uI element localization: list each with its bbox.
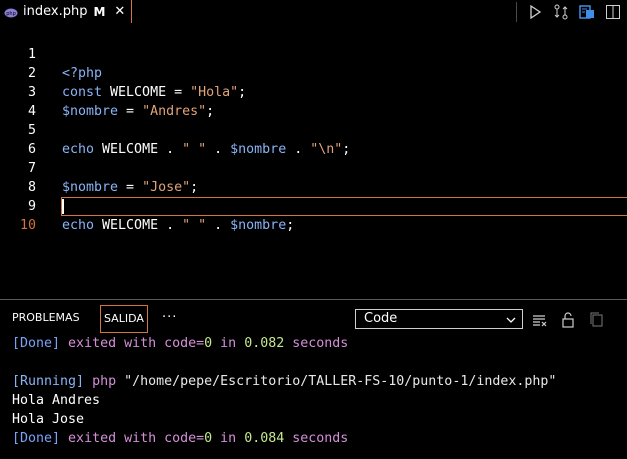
code-line: 4 bbox=[0, 83, 627, 119]
php-file-icon: php bbox=[4, 7, 18, 17]
run-icon[interactable] bbox=[527, 4, 543, 20]
code-editor[interactable]: 1 <?php 2 const WELCOME = "Hola"; 3 $nom… bbox=[0, 24, 627, 299]
close-icon[interactable]: ✕ bbox=[114, 4, 125, 19]
editor-tab-bar: php index.php M ✕ bbox=[0, 0, 627, 23]
text-caret bbox=[62, 199, 64, 214]
code-line: 8 bbox=[0, 159, 627, 195]
editor-actions bbox=[516, 0, 627, 23]
compare-changes-icon[interactable] bbox=[553, 4, 569, 20]
output-line: Hola Jose bbox=[12, 412, 85, 427]
output-line: Hola Andres bbox=[12, 393, 101, 408]
output-line: [Done] exited with code=0 in 0.084 secon… bbox=[12, 431, 349, 446]
lock-scroll-icon[interactable] bbox=[560, 312, 576, 328]
tab-salida[interactable]: SALIDA bbox=[100, 305, 148, 333]
current-line-highlight bbox=[61, 197, 627, 216]
code-line: 7 $nombre = "Jose"; bbox=[0, 140, 627, 195]
clear-output-icon[interactable] bbox=[532, 312, 548, 328]
code-line: 3 $nombre = "Andres"; bbox=[0, 64, 627, 119]
select-value: Code bbox=[364, 311, 398, 326]
split-editor-icon[interactable] bbox=[605, 4, 621, 20]
svg-text:php: php bbox=[6, 11, 16, 17]
panel-actions bbox=[532, 312, 604, 328]
tab-filename: index.php bbox=[23, 4, 88, 19]
code-line: 5 echo WELCOME . " " . $nombre . "\n"; bbox=[0, 102, 627, 157]
tab-index-php[interactable]: php index.php M ✕ bbox=[0, 0, 132, 23]
code-line: 9 echo WELCOME . " " . $nombre; bbox=[0, 178, 627, 233]
more-actions-icon[interactable]: ··· bbox=[162, 305, 177, 331]
code-line: 6 bbox=[0, 121, 627, 157]
panel-tabs: PROBLEMAS SALIDA ··· Code bbox=[0, 300, 627, 334]
code-line: 2 const WELCOME = "Hola"; bbox=[0, 45, 627, 100]
line-number: 10 bbox=[19, 218, 36, 233]
bottom-panel: PROBLEMAS SALIDA ··· Code [Done] exited … bbox=[0, 299, 627, 459]
code-text: echo WELCOME . " " . $nombre; bbox=[62, 218, 295, 233]
output-line: [Done] exited with code=0 in 0.082 secon… bbox=[12, 336, 349, 351]
code-line: 1 <?php bbox=[0, 26, 627, 81]
modified-badge: M bbox=[93, 4, 106, 19]
open-preview-icon[interactable] bbox=[579, 4, 595, 20]
divider bbox=[516, 1, 517, 22]
copy-icon[interactable] bbox=[588, 312, 604, 328]
tab-problemas[interactable]: PROBLEMAS bbox=[12, 305, 80, 331]
chevron-down-icon bbox=[506, 313, 516, 323]
output-line: [Running] php "/home/pepe/Escritorio/TAL… bbox=[12, 374, 557, 389]
output-channel-select[interactable]: Code bbox=[355, 309, 523, 329]
